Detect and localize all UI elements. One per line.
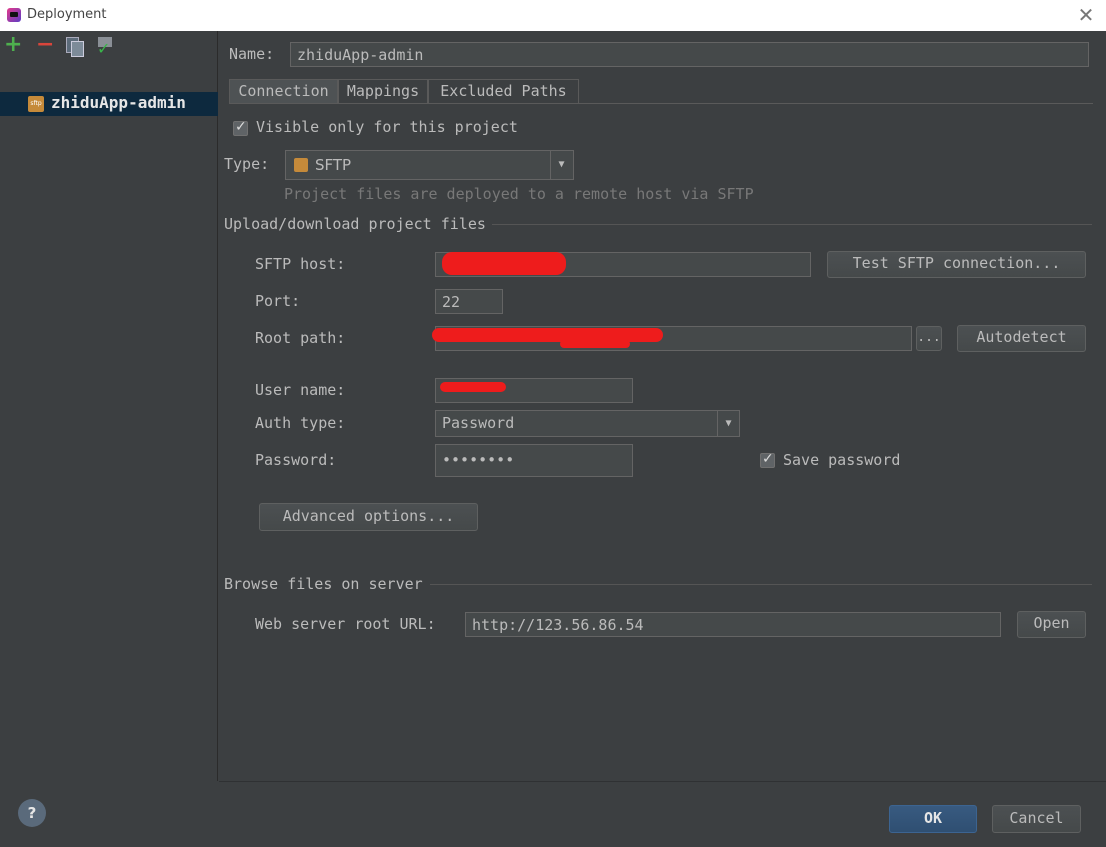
remove-icon[interactable]: − bbox=[36, 34, 54, 56]
autodetect-button[interactable]: Autodetect bbox=[957, 325, 1086, 352]
copy-icon[interactable] bbox=[66, 37, 84, 57]
tab-mappings[interactable]: Mappings bbox=[338, 79, 428, 103]
sftp-server-icon: sftp bbox=[28, 96, 44, 112]
server-list-panel: + − ✓ sftp zhiduApp-admin bbox=[0, 31, 218, 781]
tab-underline bbox=[229, 103, 1093, 104]
browse-section-divider bbox=[430, 584, 1092, 585]
visible-only-checkbox[interactable] bbox=[233, 119, 248, 136]
server-item-label: zhiduApp-admin bbox=[51, 93, 186, 112]
auth-type-label: Auth type: bbox=[255, 414, 346, 432]
visible-only-label: Visible only for this project bbox=[256, 118, 518, 136]
upload-section-title: Upload/download project files bbox=[224, 215, 486, 233]
footer-divider bbox=[219, 781, 1106, 782]
redaction-mark bbox=[442, 252, 566, 275]
type-description: Project files are deployed to a remote h… bbox=[284, 185, 754, 203]
port-label: Port: bbox=[255, 292, 301, 310]
title-bar: Deployment ✕ bbox=[0, 0, 1106, 31]
use-as-default-icon[interactable]: ✓ bbox=[96, 37, 114, 57]
type-value: SFTP bbox=[315, 156, 352, 174]
cancel-button[interactable]: Cancel bbox=[992, 805, 1081, 833]
root-path-label: Root path: bbox=[255, 329, 346, 347]
web-root-url-input[interactable]: http://123.56.86.54 bbox=[465, 612, 1001, 637]
name-label: Name: bbox=[229, 45, 275, 63]
window-title: Deployment bbox=[27, 7, 107, 22]
upload-section-divider bbox=[492, 224, 1092, 225]
ok-button[interactable]: OK bbox=[889, 805, 977, 833]
redaction-mark bbox=[560, 340, 630, 348]
tab-connection[interactable]: Connection bbox=[229, 79, 338, 103]
type-label: Type: bbox=[224, 155, 270, 173]
type-dropdown[interactable]: SFTP ▼ bbox=[285, 150, 574, 180]
browse-section-title: Browse files on server bbox=[224, 575, 423, 593]
password-label: Password: bbox=[255, 451, 337, 469]
auth-type-value: Password bbox=[442, 414, 515, 432]
add-icon[interactable]: + bbox=[4, 34, 22, 56]
auth-type-dropdown[interactable]: Password ▼ bbox=[435, 410, 740, 437]
save-password-checkbox[interactable] bbox=[760, 451, 775, 468]
advanced-options-button[interactable]: Advanced options... bbox=[259, 503, 478, 531]
chevron-down-icon: ▼ bbox=[550, 151, 572, 179]
name-input[interactable]: zhiduApp-admin bbox=[290, 42, 1089, 67]
password-input[interactable]: •••••••• bbox=[435, 444, 633, 477]
help-button[interactable]: ? bbox=[18, 799, 46, 827]
phpstorm-app-icon bbox=[7, 8, 21, 22]
sftp-host-label: SFTP host: bbox=[255, 255, 346, 273]
server-list-item[interactable]: sftp zhiduApp-admin bbox=[0, 92, 218, 116]
test-connection-button[interactable]: Test SFTP connection... bbox=[827, 251, 1086, 278]
redaction-mark bbox=[440, 382, 506, 392]
root-path-browse-button[interactable]: ... bbox=[916, 326, 942, 351]
save-password-label: Save password bbox=[783, 451, 901, 469]
port-input[interactable]: 22 bbox=[435, 289, 503, 314]
sftp-type-icon bbox=[294, 158, 308, 172]
close-window-button[interactable]: ✕ bbox=[1076, 4, 1096, 26]
user-name-label: User name: bbox=[255, 381, 346, 399]
web-root-url-label: Web server root URL: bbox=[255, 615, 436, 633]
tab-excluded-paths[interactable]: Excluded Paths bbox=[428, 79, 579, 103]
chevron-down-icon: ▼ bbox=[717, 411, 739, 436]
open-button[interactable]: Open bbox=[1017, 611, 1086, 638]
